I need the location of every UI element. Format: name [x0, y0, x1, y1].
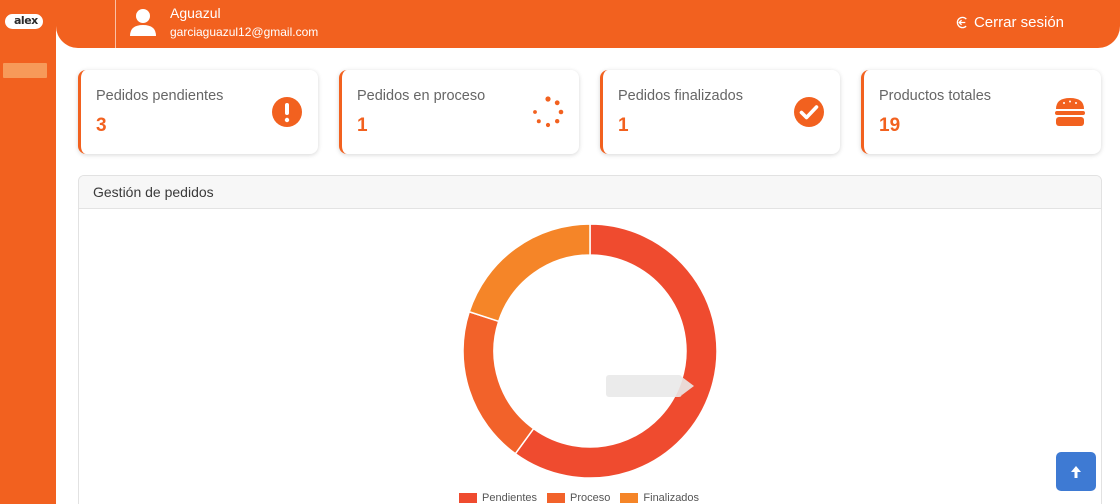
chart-slice-proceso[interactable]: [462, 310, 535, 455]
legend-label: Proceso: [570, 492, 611, 504]
orders-panel: Gestión de pedidos Pendientes Proceso Fi…: [78, 175, 1102, 504]
legend-label: Pendientes: [482, 492, 538, 504]
card-pedidos-pendientes: Pedidos pendientes 3: [78, 70, 318, 154]
legend-item-pendientes[interactable]: Pendientes: [459, 492, 537, 504]
card-label: Pedidos pendientes: [96, 88, 224, 104]
spinner-icon: [533, 96, 564, 128]
chart-legend: Pendientes Proceso Finalizados: [459, 492, 699, 504]
hamburger-icon: [1055, 98, 1085, 126]
card-pedidos-finalizados: Pedidos finalizados 1: [600, 70, 840, 154]
chart-slice-finalizados[interactable]: [468, 223, 591, 323]
legend-swatch: [459, 493, 477, 503]
user-name: Aguazul: [170, 5, 221, 21]
card-label: Pedidos en proceso: [357, 88, 486, 104]
check-circle-icon: [794, 97, 824, 127]
exclamation-circle-icon: [272, 97, 302, 127]
sidebar: alex: [0, 0, 56, 504]
card-value: 3: [96, 115, 107, 136]
chart-tooltip: [606, 375, 694, 397]
legend-item-proceso[interactable]: Proceso: [547, 492, 610, 504]
card-value: 1: [357, 115, 368, 136]
scroll-to-top-button[interactable]: [1056, 452, 1096, 491]
logout-button[interactable]: Cerrar sesión: [956, 14, 1064, 31]
panel-title: Gestión de pedidos: [79, 176, 1101, 209]
logout-label: Cerrar sesión: [973, 14, 1064, 31]
user-email: garciaguazul12@gmail.com: [170, 25, 319, 39]
legend-swatch: [547, 493, 566, 503]
card-label: Pedidos finalizados: [618, 88, 743, 104]
card-value: 1: [618, 115, 629, 136]
card-value: 19: [879, 115, 901, 136]
card-pedidos-en-proceso: Pedidos en proceso 1: [339, 70, 579, 154]
legend-swatch: [620, 493, 639, 503]
user-icon: [130, 9, 156, 36]
arrow-up-icon: [1071, 465, 1081, 478]
brand-logo[interactable]: alex: [5, 12, 43, 30]
header-divider: [115, 0, 116, 48]
card-productos-totales: Productos totales 19: [861, 70, 1101, 154]
sidebar-item-active[interactable]: [3, 63, 47, 78]
legend-label: Finalizados: [643, 492, 700, 504]
doughnut-chart: [462, 223, 718, 479]
legend-item-finalizados[interactable]: Finalizados: [620, 492, 699, 504]
top-bar: Aguazul garciaguazul12@gmail.com Cerrar …: [56, 0, 1120, 48]
card-label: Productos totales: [879, 88, 992, 104]
logout-icon: [956, 16, 969, 29]
orders-chart: Pendientes Proceso Finalizados: [79, 209, 1101, 504]
